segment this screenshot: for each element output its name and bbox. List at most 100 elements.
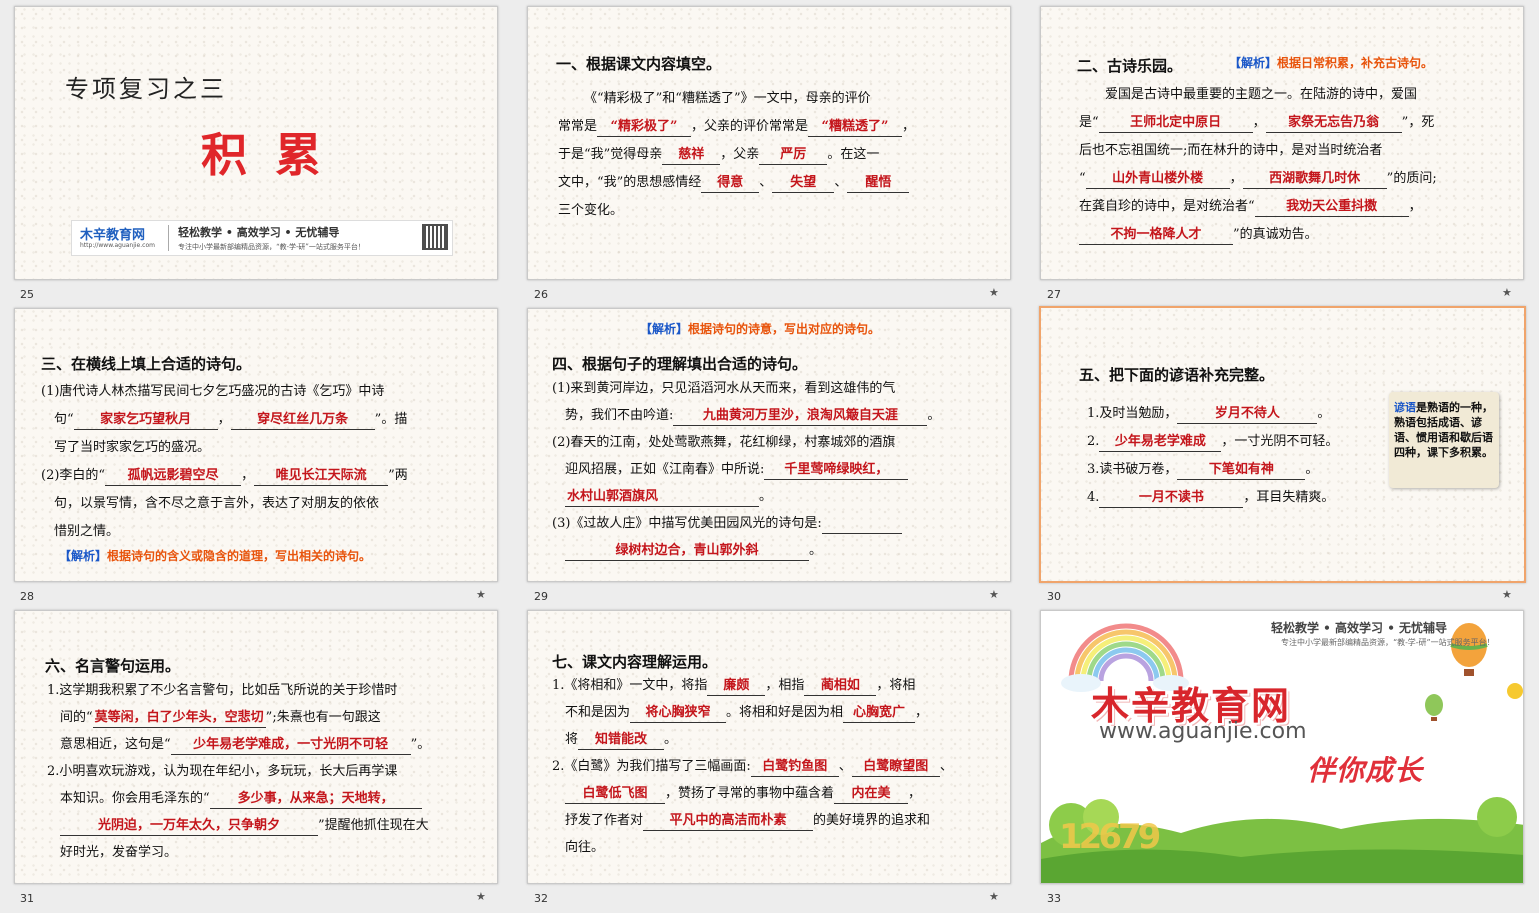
text-line: ，将相	[876, 678, 916, 693]
slide-number: 29	[534, 590, 548, 603]
text-line: 、	[939, 759, 953, 774]
slide-thumbnail-30-selected[interactable]: 五、把下面的谚语补充完整。 1.及时当勉励， 岁月不待人。 2. 少年易老学难成 ，一…	[1039, 306, 1526, 583]
brand-slogan: 轻松教学 • 高效学习 • 无忧辅导	[178, 226, 340, 239]
text-line: (2)春天的江南，处处莺歌燕舞，花红柳绿，村寨城郊的酒旗	[552, 435, 896, 450]
note-text: 根据诗句的含义或隐含的道理，写出相关的诗句。	[107, 549, 372, 563]
text-line: 1.这学期我积累了不少名言警句，比如岳飞所说的关于珍惜时	[47, 683, 398, 698]
text-line: ，一寸光阴不可轻。	[1221, 434, 1339, 449]
slide-thumbnail-31[interactable]: 六、名言警句运用。 1.这学期我积累了不少名言警句，比如岳飞所说的关于珍惜时 间…	[14, 610, 498, 884]
analysis-note: 【解析】根据诗句的含义或隐含的道理，写出相关的诗句。	[59, 547, 371, 564]
text-line: ”提醒他抓住现在大	[318, 818, 429, 833]
header-slogan: 轻松教学 • 高效学习 • 无忧辅导	[1271, 621, 1448, 635]
text-line: 。	[664, 732, 678, 747]
slide-thumbnail-28[interactable]: 三、在横线上填上合适的诗句。 (1)唐代诗人林杰描写民间七夕乞巧盛况的古诗《乞巧…	[14, 308, 498, 582]
brand-banner: 木辛教育网 http://www.aguanjie.com 轻松教学 • 高效学…	[71, 220, 453, 256]
text-line: ”两	[388, 468, 408, 483]
text-line: 句“	[54, 412, 74, 427]
text-line: ，相指	[765, 678, 805, 693]
text-line: 句，以景写情，含不尽之意于言外，表达了对朋友的依依	[54, 496, 380, 511]
text-line: (2)李白的“	[41, 468, 106, 483]
slide-number: 30	[1047, 590, 1061, 603]
text-line: 惜别之情。	[54, 524, 120, 539]
answer-blank: 白鹭低飞图	[565, 785, 665, 804]
answer-blank: 穿尽红丝几万条	[230, 411, 375, 430]
answer-blank: 一月不读书	[1099, 489, 1244, 508]
slide-number: 31	[20, 892, 34, 905]
qr-code-icon	[422, 224, 448, 250]
text-line: (3)《过故人庄》中描写优美田园风光的诗句是:	[552, 516, 822, 531]
brand-logo: 木辛教育网	[80, 228, 146, 243]
animation-star-icon[interactable]: ★	[1502, 286, 1512, 299]
animation-star-icon[interactable]: ★	[989, 588, 999, 601]
text-line: 写了当时家家乞巧的盛况。	[54, 440, 211, 455]
text-line: 迎风招展，正如《江南春》中所说:	[565, 462, 765, 477]
text-line: 。将相和好是因为相	[726, 705, 844, 720]
answer-blank: 白鹭钓鱼图	[750, 758, 839, 777]
answer-blank: 家家乞巧望秋月	[73, 411, 218, 430]
text-line: 、	[838, 759, 852, 774]
answer-blank: 光阴迫，一万年太久，只争朝夕	[60, 817, 318, 836]
text-line: 2.《白鹭》为我们描写了三幅画面:	[552, 759, 751, 774]
text-line: ”的质问;	[1386, 171, 1437, 186]
text-line: 在龚自珍的诗中，是对统治者“	[1079, 199, 1255, 214]
brand-url: www.aguanjie.com	[1099, 719, 1307, 744]
text-line: ，	[1408, 199, 1422, 214]
answer-blank: “精彩极了”	[597, 118, 692, 137]
answer-blank: 内在美	[834, 785, 909, 804]
answer-blank: 少年易老学难成，一寸光阴不可轻	[170, 736, 411, 755]
slide-number: 25	[20, 288, 34, 301]
animation-star-icon[interactable]: ★	[476, 890, 486, 903]
answer-blank: 九曲黄河万里沙，浪淘风簸自天涯	[673, 407, 928, 426]
answer-blank: 失望	[772, 174, 835, 193]
section-heading: 一、根据课文内容填空。	[556, 55, 722, 73]
rainbow-icon	[1068, 623, 1184, 682]
section-heading: 六、名言警句运用。	[45, 657, 181, 675]
answer-blank: 下笔如有神	[1177, 461, 1306, 480]
answer-blank: 严厉	[759, 146, 828, 165]
brand-url: http://www.aguanjie.com	[80, 242, 155, 249]
answer-blank: 莫等闲，白了少年头，空悲切	[92, 709, 266, 728]
answer-blank: 慈祥	[662, 146, 721, 165]
text-line: 不和是因为	[565, 705, 631, 720]
text-line: ，	[908, 786, 922, 801]
animation-star-icon[interactable]: ★	[989, 286, 999, 299]
answer-blank: 平凡中的高洁而朴素	[643, 812, 814, 831]
animation-star-icon[interactable]: ★	[989, 890, 999, 903]
text-line: 意思相近，这句是“	[60, 737, 171, 752]
animation-star-icon[interactable]: ★	[1502, 588, 1512, 601]
text-line: ”，死	[1401, 115, 1435, 130]
slide-thumbnail-29[interactable]: 【解析】根据诗句的诗意，写出对应的诗句。 四、根据句子的理解填出合适的诗句。 (…	[527, 308, 1011, 582]
answer-blank: 西湖歌舞几时休	[1242, 170, 1387, 189]
note-tag: 【解析】	[1229, 56, 1278, 70]
animation-star-icon[interactable]: ★	[476, 588, 486, 601]
text-line: ，父亲	[720, 147, 760, 162]
answer-blank: 将心胸狭窄	[630, 704, 727, 723]
answer-blank: 蔺相如	[804, 677, 877, 696]
text-line: 常常是	[558, 119, 598, 134]
text-line: 好时光，发奋学习。	[60, 845, 178, 860]
slide-thumbnail-32[interactable]: 七、课文内容理解运用。 1.《将相和》一文中，将指 廉颇 ，相指 蔺相如 ，将相 不和是…	[527, 610, 1011, 884]
answer-blank: 白鹭瞭望图	[851, 758, 940, 777]
text-line: 4.	[1087, 490, 1100, 505]
slide-number: 32	[534, 892, 548, 905]
text-line: 势，我们不由吟道:	[565, 408, 674, 423]
answer-blank: 千里莺啼绿映红，	[764, 461, 909, 480]
text-line: 1.及时当勉励，	[1087, 406, 1178, 421]
slide-subtitle: 专项复习之三	[65, 75, 227, 103]
answer-blank: 廉颇	[707, 677, 766, 696]
section-heading: 七、课文内容理解运用。	[552, 653, 718, 671]
section-heading: 五、把下面的谚语补充完整。	[1079, 366, 1275, 384]
answer-blank: 山外青山楼外楼	[1085, 170, 1230, 189]
slide-thumbnail-26[interactable]: 一、根据课文内容填空。 《“精彩极了”和“糟糕透了”》一文中，母亲的评价 常常是…	[527, 6, 1011, 280]
slide-thumbnail-25[interactable]: 专项复习之三 积 累 木辛教育网 http://www.aguanjie.com…	[14, 6, 498, 280]
sun-icon	[1507, 683, 1523, 699]
tip-keyword: 谚语	[1394, 401, 1416, 414]
slide-thumbnail-33[interactable]: 12679 轻松教学 • 高效学习 • 无忧辅导 专注中小学最新部编精品资源，“…	[1040, 610, 1524, 884]
answer-blank: 岁月不待人	[1177, 405, 1318, 424]
slide-thumbnail-27[interactable]: 二、古诗乐园。 【解析】根据日常积累，补充古诗句。 爱国是古诗中最重要的主题之一…	[1040, 6, 1524, 280]
text-line: “	[1079, 171, 1086, 186]
text-line: ”。描	[374, 412, 408, 427]
answer-blank: 王师北定中原日	[1098, 114, 1253, 133]
text-line: 。在这一	[827, 147, 880, 162]
text-line: (1)唐代诗人林杰描写民间七夕乞巧盛况的古诗《乞巧》中诗	[41, 384, 385, 399]
